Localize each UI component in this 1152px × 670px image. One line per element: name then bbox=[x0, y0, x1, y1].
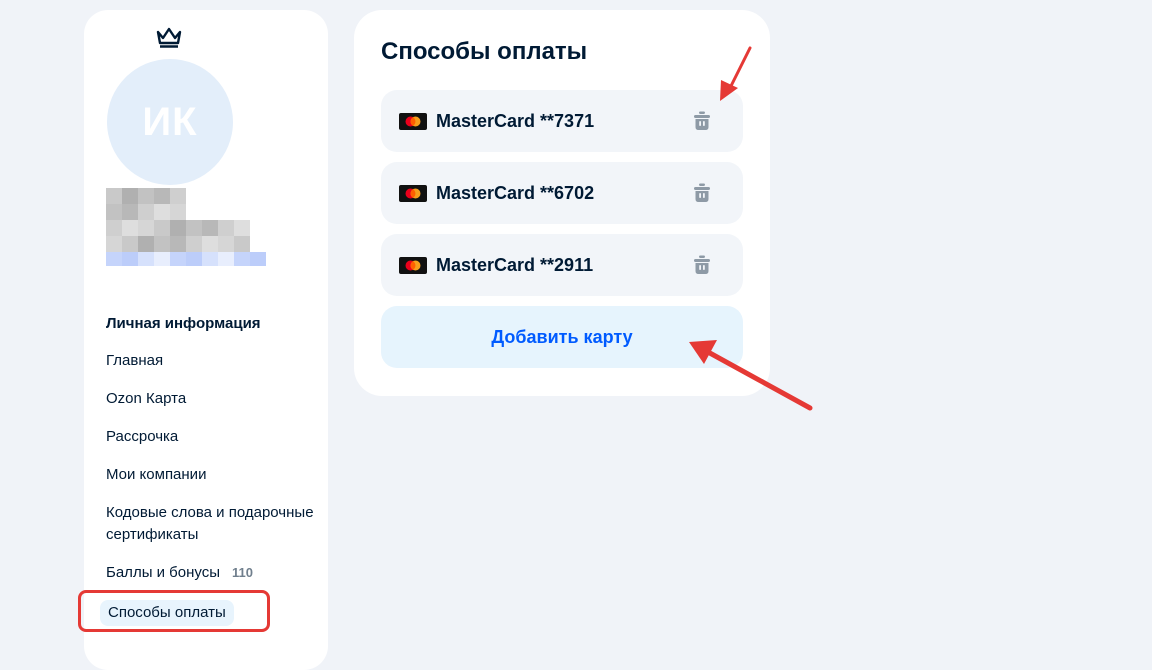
blur-pixel bbox=[106, 220, 122, 236]
blur-pixel bbox=[106, 188, 122, 204]
nav-item-installment[interactable]: Рассрочка bbox=[106, 426, 316, 448]
blur-pixel bbox=[202, 236, 218, 252]
blur-pixel bbox=[106, 252, 122, 266]
blur-pixel bbox=[170, 220, 186, 236]
blur-pixel bbox=[234, 236, 250, 252]
nav-item-points-bonuses[interactable]: Баллы и бонусы 110 bbox=[106, 562, 316, 584]
blur-pixel bbox=[234, 220, 250, 236]
blur-pixel bbox=[250, 252, 266, 266]
blur-pixel bbox=[154, 204, 170, 220]
mastercard-icon bbox=[399, 257, 427, 274]
blur-pixel bbox=[154, 252, 170, 266]
blur-pixel bbox=[202, 252, 218, 266]
nav-item-home[interactable]: Главная bbox=[106, 350, 316, 372]
blur-pixel bbox=[122, 204, 138, 220]
blur-pixel bbox=[138, 204, 154, 220]
blur-pixel bbox=[218, 220, 234, 236]
profile-nav: Личная информация Главная Ozon Карта Рас… bbox=[100, 314, 316, 626]
blur-pixel bbox=[122, 188, 138, 204]
blur-pixel bbox=[138, 236, 154, 252]
blur-pixel bbox=[138, 188, 154, 204]
blur-pixel bbox=[154, 220, 170, 236]
blur-pixel bbox=[154, 236, 170, 252]
blur-pixel bbox=[186, 252, 202, 266]
avatar-initials: ИК bbox=[142, 99, 198, 144]
blur-pixel bbox=[170, 252, 186, 266]
blur-pixel bbox=[138, 252, 154, 266]
points-badge: 110 bbox=[232, 565, 254, 580]
nav-item-label: Баллы и бонусы bbox=[106, 564, 221, 581]
avatar[interactable]: ИК bbox=[107, 59, 233, 185]
blur-pixel bbox=[122, 252, 138, 266]
nav-item-my-companies[interactable]: Мои компании bbox=[106, 464, 316, 486]
nav-heading-personal-info[interactable]: Личная информация bbox=[106, 314, 316, 334]
blur-pixel bbox=[218, 252, 234, 266]
add-card-button[interactable]: Добавить карту bbox=[381, 306, 743, 368]
blur-pixel bbox=[122, 236, 138, 252]
blur-pixel bbox=[186, 220, 202, 236]
card-row[interactable]: MasterCard **7371 bbox=[381, 90, 743, 152]
trash-icon[interactable] bbox=[691, 182, 713, 204]
nav-item-ozon-card[interactable]: Ozon Карта bbox=[106, 388, 316, 410]
blur-pixel bbox=[202, 220, 218, 236]
card-label: MasterCard **7371 bbox=[436, 111, 595, 131]
blur-pixel bbox=[218, 236, 234, 252]
card-row[interactable]: MasterCard **6702 bbox=[381, 162, 743, 224]
blur-pixel bbox=[234, 252, 250, 266]
mastercard-icon bbox=[399, 185, 427, 202]
blur-pixel bbox=[138, 220, 154, 236]
blur-pixel bbox=[106, 204, 122, 220]
blur-pixel bbox=[170, 204, 186, 220]
annotation-highlight-box bbox=[78, 590, 270, 632]
blur-pixel bbox=[122, 220, 138, 236]
mastercard-icon bbox=[399, 113, 427, 130]
card-row[interactable]: MasterCard **2911 bbox=[381, 234, 743, 296]
card-label: MasterCard **6702 bbox=[436, 183, 595, 203]
crown-icon bbox=[156, 27, 182, 48]
page-title: Способы оплаты bbox=[381, 38, 588, 65]
blur-pixel bbox=[154, 188, 170, 204]
nav-item-codewords-gift-certificates[interactable]: Кодовые слова и подарочные сертификаты bbox=[106, 502, 316, 546]
trash-icon[interactable] bbox=[691, 110, 713, 132]
card-label: MasterCard **2911 bbox=[436, 255, 594, 275]
blur-pixel bbox=[170, 236, 186, 252]
trash-icon[interactable] bbox=[691, 254, 713, 276]
profile-sidebar: ИК Личная информация Главная Ozon Карта … bbox=[84, 10, 328, 670]
blur-pixel bbox=[106, 236, 122, 252]
blurred-user-name bbox=[106, 188, 266, 274]
blur-pixel bbox=[170, 188, 186, 204]
blur-pixel bbox=[186, 236, 202, 252]
payment-methods-panel: Способы оплаты MasterCard **7371 MasterC… bbox=[354, 10, 770, 396]
